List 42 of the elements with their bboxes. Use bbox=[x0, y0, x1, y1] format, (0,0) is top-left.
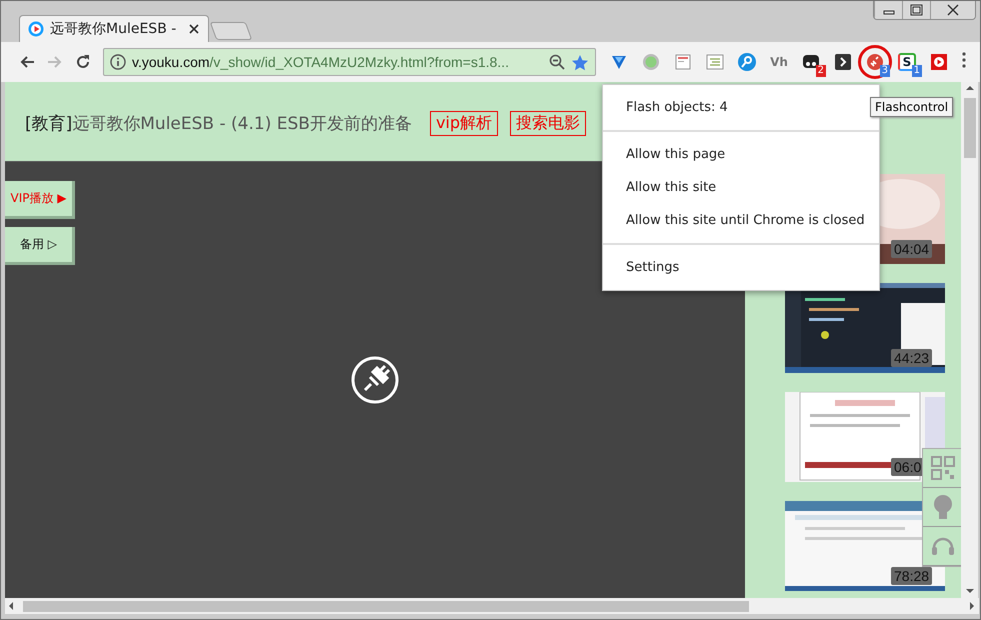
extension-badge: 3 bbox=[880, 65, 890, 77]
browser-tab[interactable]: 远哥教你MuleESB - bbox=[19, 15, 209, 42]
menu-item[interactable]: Allow this page bbox=[603, 138, 879, 171]
back-icon[interactable] bbox=[19, 54, 35, 70]
notes-icon[interactable] bbox=[706, 53, 724, 71]
plug-icon[interactable] bbox=[866, 53, 884, 71]
scrollbar-thumb[interactable] bbox=[23, 600, 749, 612]
duration-label: 44:23 bbox=[891, 349, 932, 367]
menu-item[interactable]: Settings bbox=[603, 251, 879, 284]
site-icon bbox=[28, 21, 44, 37]
minimize-icon[interactable] bbox=[874, 1, 902, 19]
scrollbar-thumb[interactable] bbox=[964, 98, 976, 158]
video-title: [教育]远哥教你MuleESB - (4.1) ESB开发前的准备 bbox=[25, 113, 412, 135]
duration-label: 06:0 bbox=[891, 458, 924, 476]
diamond-icon[interactable] bbox=[610, 53, 628, 71]
info-icon[interactable] bbox=[110, 54, 126, 70]
tooltip: Flashcontrol bbox=[870, 97, 954, 117]
mask-icon[interactable] bbox=[802, 53, 820, 71]
menu-item[interactable]: Allow this site until Chrome is closed bbox=[603, 204, 879, 237]
key-icon[interactable] bbox=[738, 53, 756, 71]
zoom-icon[interactable] bbox=[549, 54, 565, 70]
menu-icon[interactable] bbox=[962, 52, 966, 68]
bracket-icon[interactable] bbox=[834, 53, 852, 71]
maximize-icon[interactable] bbox=[902, 1, 930, 19]
extension-icon[interactable]: Vh bbox=[770, 55, 788, 69]
duration-label: 04:04 bbox=[891, 240, 932, 258]
player-side-button[interactable]: 备用 ▷ bbox=[5, 227, 75, 265]
star-icon[interactable] bbox=[571, 54, 589, 70]
url-text: v.youku.com/v_show/id_XOTA4MzU2Mzky.html?from=s1.8... bbox=[132, 54, 510, 70]
plug-icon bbox=[351, 356, 399, 404]
extension-icon[interactable]: S bbox=[898, 53, 916, 71]
menu-item[interactable]: Allow this site bbox=[603, 171, 879, 204]
close-icon[interactable] bbox=[188, 23, 200, 35]
page-icon[interactable] bbox=[674, 53, 692, 71]
extension-badge: 1 bbox=[912, 65, 922, 77]
reload-icon[interactable] bbox=[75, 54, 91, 70]
tab-title: 远哥教你MuleESB - bbox=[50, 20, 178, 38]
close-icon[interactable] bbox=[930, 1, 975, 19]
duration-label: 78:28 bbox=[891, 567, 932, 585]
address-bar[interactable]: v.youku.com/v_show/id_XOTA4MzU2Mzky.html?from=s1.8... bbox=[103, 48, 596, 76]
play-icon[interactable] bbox=[930, 53, 948, 71]
extension-badge: 2 bbox=[816, 65, 826, 77]
